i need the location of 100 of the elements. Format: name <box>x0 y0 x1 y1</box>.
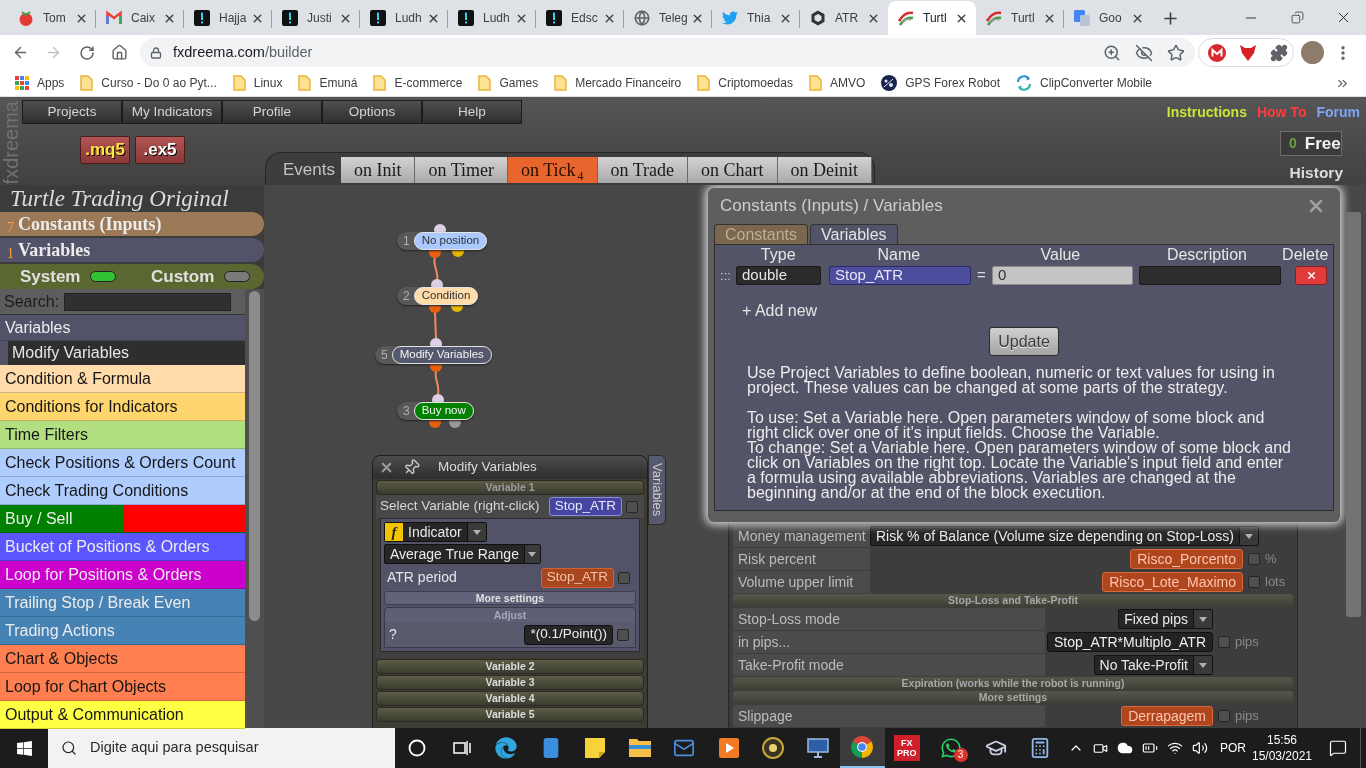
volume-icon[interactable] <box>1192 740 1208 756</box>
browser-tab[interactable]: Teleg <box>624 1 712 35</box>
section-header[interactable]: Variable 2 <box>376 659 644 674</box>
bookmark[interactable]: Emuná <box>298 74 358 92</box>
menu-button[interactable]: Options <box>322 100 422 124</box>
event-tab[interactable]: on Timer <box>415 157 508 183</box>
checkbox[interactable] <box>1218 710 1230 722</box>
checkbox[interactable] <box>618 571 630 584</box>
taskbar-button[interactable] <box>840 728 885 768</box>
event-tab[interactable]: on Init <box>341 157 416 183</box>
category-item[interactable]: Output & Communication <box>0 701 245 729</box>
flow-block[interactable]: 5 Modify Variables <box>375 346 492 364</box>
value-field[interactable]: 0 <box>992 266 1133 285</box>
zoom-icon[interactable] <box>1103 43 1121 62</box>
lock-icon[interactable] <box>150 46 162 59</box>
section-header[interactable]: Variable 5 <box>376 707 644 722</box>
category-item[interactable]: Variables <box>0 315 245 341</box>
event-tab[interactable]: on Deinit <box>777 157 873 183</box>
mode-dropdown[interactable]: Fixed pips <box>1118 609 1213 629</box>
type-field[interactable]: double <box>736 266 821 285</box>
menu-button[interactable]: Projects <box>22 100 122 124</box>
bookmark[interactable]: E-commerce <box>373 74 463 92</box>
browser-tab[interactable]: ATR <box>800 1 888 35</box>
category-item[interactable]: Trading Actions <box>0 617 245 645</box>
mode-dropdown[interactable]: No Take-Profit <box>1093 655 1213 675</box>
category-item[interactable]: Chart & Objects <box>0 645 245 673</box>
star-icon[interactable] <box>1167 43 1185 62</box>
scrollbar-thumb[interactable] <box>249 291 260 621</box>
parameter-field[interactable]: Derrapagem <box>1121 706 1213 726</box>
circle-logo-icon[interactable] <box>1208 43 1226 62</box>
category-item[interactable]: Trailing Stop / Break Even <box>0 589 245 617</box>
dialog-tab[interactable]: Variables <box>810 224 898 244</box>
browser-tab[interactable]: Turtl <box>976 1 1064 35</box>
block-type-item[interactable]: Modify Variables <box>0 341 245 365</box>
category-item[interactable]: Check Positions & Orders Count <box>0 449 245 477</box>
browser-tab[interactable]: Turtl <box>888 1 976 35</box>
search-field[interactable] <box>64 292 232 311</box>
description-field[interactable] <box>1139 266 1281 285</box>
export-button[interactable]: .ex5 <box>135 136 185 164</box>
browser-tab[interactable]: Ludh <box>448 1 536 35</box>
history-link[interactable]: History <box>1289 161 1343 185</box>
category-item[interactable]: Condition & Formula <box>0 365 245 393</box>
bookmark[interactable]: AMVO <box>808 74 866 92</box>
wifi-icon[interactable] <box>1167 740 1183 756</box>
clock-time[interactable]: 15:56 <box>1267 732 1297 748</box>
puzzle-icon[interactable] <box>1270 43 1288 62</box>
category-item[interactable]: Time Filters <box>0 421 245 449</box>
parameter-field[interactable]: Risco_Lote_Maximo <box>1102 572 1243 592</box>
battery-icon[interactable] <box>1142 740 1158 756</box>
category-item[interactable]: Check Trading Conditions <box>0 477 245 505</box>
menu-button[interactable]: My Indicators <box>122 100 222 124</box>
toggle-switch[interactable] <box>90 271 117 282</box>
search-field[interactable]: Digite aqui para pesquisar <box>48 728 395 768</box>
name-field[interactable]: Stop_ATR <box>829 266 971 285</box>
formula-field[interactable]: *(0.1/Point()) <box>524 624 613 645</box>
language-indicator[interactable]: POR <box>1218 739 1248 757</box>
taskbar-button[interactable]: FX PRO <box>884 728 929 768</box>
menu-button[interactable]: Help <box>422 100 522 124</box>
category-item[interactable]: Bucket of Positions & Orders <box>0 533 245 561</box>
browser-tab[interactable]: Tom <box>8 1 96 35</box>
restore-icon[interactable] <box>1290 11 1304 24</box>
browser-tab[interactable]: Ludh <box>360 1 448 35</box>
variable-field[interactable]: Stop_ATR <box>548 497 622 516</box>
section-header[interactable]: Variable 1 <box>376 480 644 495</box>
reload-icon[interactable] <box>78 44 95 61</box>
address-field[interactable]: fxdreema.com/builder <box>140 38 1195 67</box>
event-tab[interactable]: on Chart <box>688 157 778 183</box>
add-new-link[interactable]: + Add new <box>742 299 818 323</box>
side-tab[interactable]: Variables <box>648 455 666 525</box>
bookmark[interactable]: Games <box>478 74 539 92</box>
drag-handle[interactable]: ::: <box>715 265 736 286</box>
browser-tab[interactable]: Thia <box>712 1 800 35</box>
category-item[interactable]: Buy / Sell <box>0 505 245 533</box>
source-dropdown[interactable]: f Indicator <box>384 522 487 542</box>
delete-button[interactable] <box>1295 266 1327 285</box>
notifications-icon[interactable] <box>1329 739 1347 757</box>
browser-tab[interactable]: Goo <box>1064 1 1152 35</box>
checkbox[interactable] <box>1248 576 1260 588</box>
taskbar-button[interactable]: 3 <box>929 728 974 768</box>
nav-link[interactable]: Instructions <box>1166 102 1247 123</box>
browser-tab[interactable]: Hajja <box>184 1 272 35</box>
checkbox[interactable] <box>1218 636 1230 648</box>
category-item[interactable]: Loop for Chart Objects <box>0 673 245 701</box>
browser-tab[interactable]: Justi <box>272 1 360 35</box>
back-icon[interactable] <box>12 44 29 61</box>
checkbox[interactable] <box>617 628 629 641</box>
cloud-icon[interactable] <box>1117 740 1133 756</box>
menu-button[interactable]: Profile <box>222 100 322 124</box>
bookmark[interactable]: Apps <box>15 74 65 92</box>
clock-date[interactable]: 15/03/2021 <box>1251 748 1313 764</box>
category-item[interactable]: Loop for Positions & Orders <box>0 561 245 589</box>
mode-dropdown[interactable]: Risk % of Balance (Volume size depending on Stop-Loss) <box>870 526 1259 546</box>
scrollbar-thumb[interactable] <box>1346 212 1361 617</box>
more-settings-button[interactable]: More settings <box>384 591 636 605</box>
bookmark[interactable]: Linux <box>232 74 283 92</box>
close-icon[interactable] <box>379 460 394 475</box>
eye-off-icon[interactable] <box>1135 43 1153 62</box>
section-header[interactable]: Variable 4 <box>376 691 644 706</box>
event-tab[interactable]: on Trade <box>597 157 689 183</box>
bookmark[interactable]: ClipConverter Mobile <box>1016 74 1153 92</box>
